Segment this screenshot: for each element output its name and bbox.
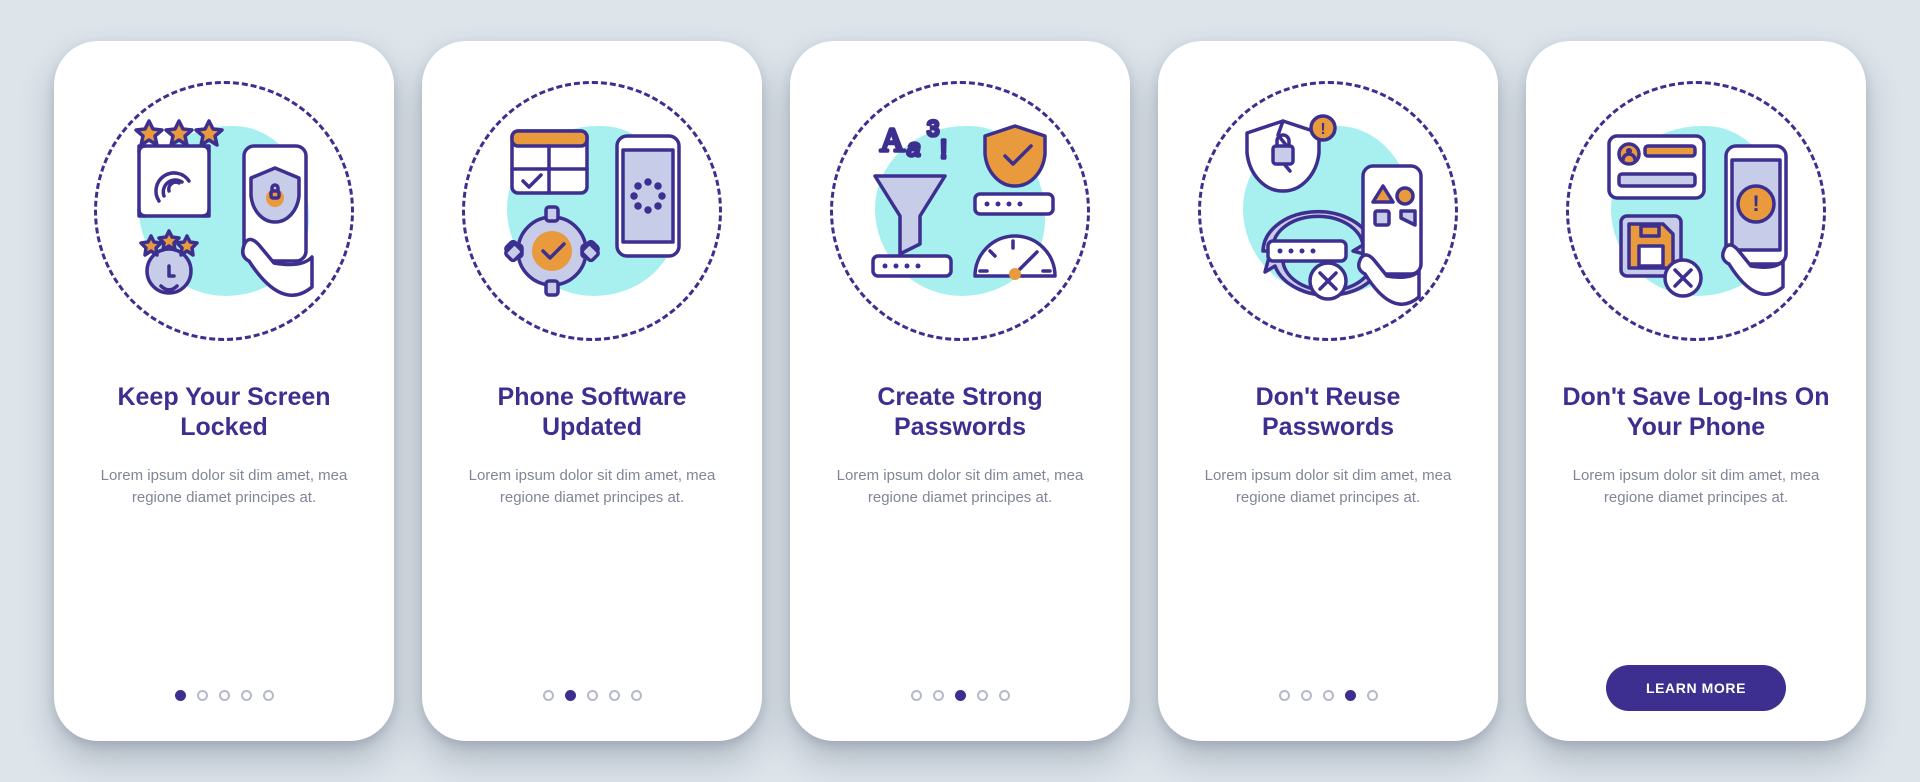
- slide-title: Keep Your Screen Locked: [84, 381, 364, 443]
- strong-password-icon: A a 3 !: [845, 96, 1075, 326]
- dot[interactable]: [1279, 690, 1290, 701]
- no-reuse-icon: !: [1213, 96, 1443, 326]
- dot[interactable]: [197, 690, 208, 701]
- onboarding-slide-1[interactable]: Keep Your Screen Locked Lorem ipsum dolo…: [54, 41, 394, 741]
- screen-lock-icon: [109, 96, 339, 326]
- dot[interactable]: [1301, 690, 1312, 701]
- dot[interactable]: [911, 690, 922, 701]
- slide-body: Lorem ipsum dolor sit dim amet, mea regi…: [462, 465, 722, 509]
- dot[interactable]: [977, 690, 988, 701]
- no-save-login-icon: !: [1581, 96, 1811, 326]
- onboarding-slide-4[interactable]: ! Don't Reuse Passwords Lorem ipsum dolo…: [1158, 41, 1498, 741]
- dot[interactable]: [543, 690, 554, 701]
- page-indicator: [175, 690, 274, 701]
- dot[interactable]: [565, 690, 576, 701]
- illustration: !: [1198, 81, 1458, 341]
- dot[interactable]: [999, 690, 1010, 701]
- slide-body: Lorem ipsum dolor sit dim amet, mea regi…: [830, 465, 1090, 509]
- svg-text:3: 3: [927, 116, 939, 141]
- svg-text:!: !: [1320, 121, 1325, 138]
- onboarding-slide-2[interactable]: Phone Software Updated Lorem ipsum dolor…: [422, 41, 762, 741]
- slide-title: Create Strong Passwords: [820, 381, 1100, 443]
- svg-text:a: a: [907, 135, 920, 162]
- dot[interactable]: [219, 690, 230, 701]
- dot[interactable]: [1323, 690, 1334, 701]
- slide-body: Lorem ipsum dolor sit dim amet, mea regi…: [1566, 465, 1826, 509]
- dot[interactable]: [263, 690, 274, 701]
- dot[interactable]: [631, 690, 642, 701]
- svg-text:A: A: [880, 122, 905, 159]
- dot[interactable]: [587, 690, 598, 701]
- dot[interactable]: [175, 690, 186, 701]
- slide-title: Don't Save Log-Ins On Your Phone: [1556, 381, 1836, 443]
- software-update-icon: [477, 96, 707, 326]
- slide-body: Lorem ipsum dolor sit dim amet, mea regi…: [94, 465, 354, 509]
- onboarding-slide-5[interactable]: ! Don't Save Log-Ins On Your Phone Lorem…: [1526, 41, 1866, 741]
- dot[interactable]: [609, 690, 620, 701]
- dot[interactable]: [1367, 690, 1378, 701]
- slide-title: Don't Reuse Passwords: [1188, 381, 1468, 443]
- page-indicator: [911, 690, 1010, 701]
- svg-text:!: !: [940, 134, 947, 164]
- illustration: [94, 81, 354, 341]
- slide-title: Phone Software Updated: [452, 381, 732, 443]
- onboarding-slide-3[interactable]: A a 3 ! Create Strong Passwords Lorem ip…: [790, 41, 1130, 741]
- illustration: !: [1566, 81, 1826, 341]
- slide-body: Lorem ipsum dolor sit dim amet, mea regi…: [1198, 465, 1458, 509]
- dot[interactable]: [955, 690, 966, 701]
- dot[interactable]: [1345, 690, 1356, 701]
- svg-text:!: !: [1752, 191, 1759, 216]
- illustration: A a 3 !: [830, 81, 1090, 341]
- learn-more-button[interactable]: LEARN MORE: [1606, 665, 1786, 711]
- page-indicator: [543, 690, 642, 701]
- illustration: [462, 81, 722, 341]
- dot[interactable]: [241, 690, 252, 701]
- page-indicator: [1279, 690, 1378, 701]
- dot[interactable]: [933, 690, 944, 701]
